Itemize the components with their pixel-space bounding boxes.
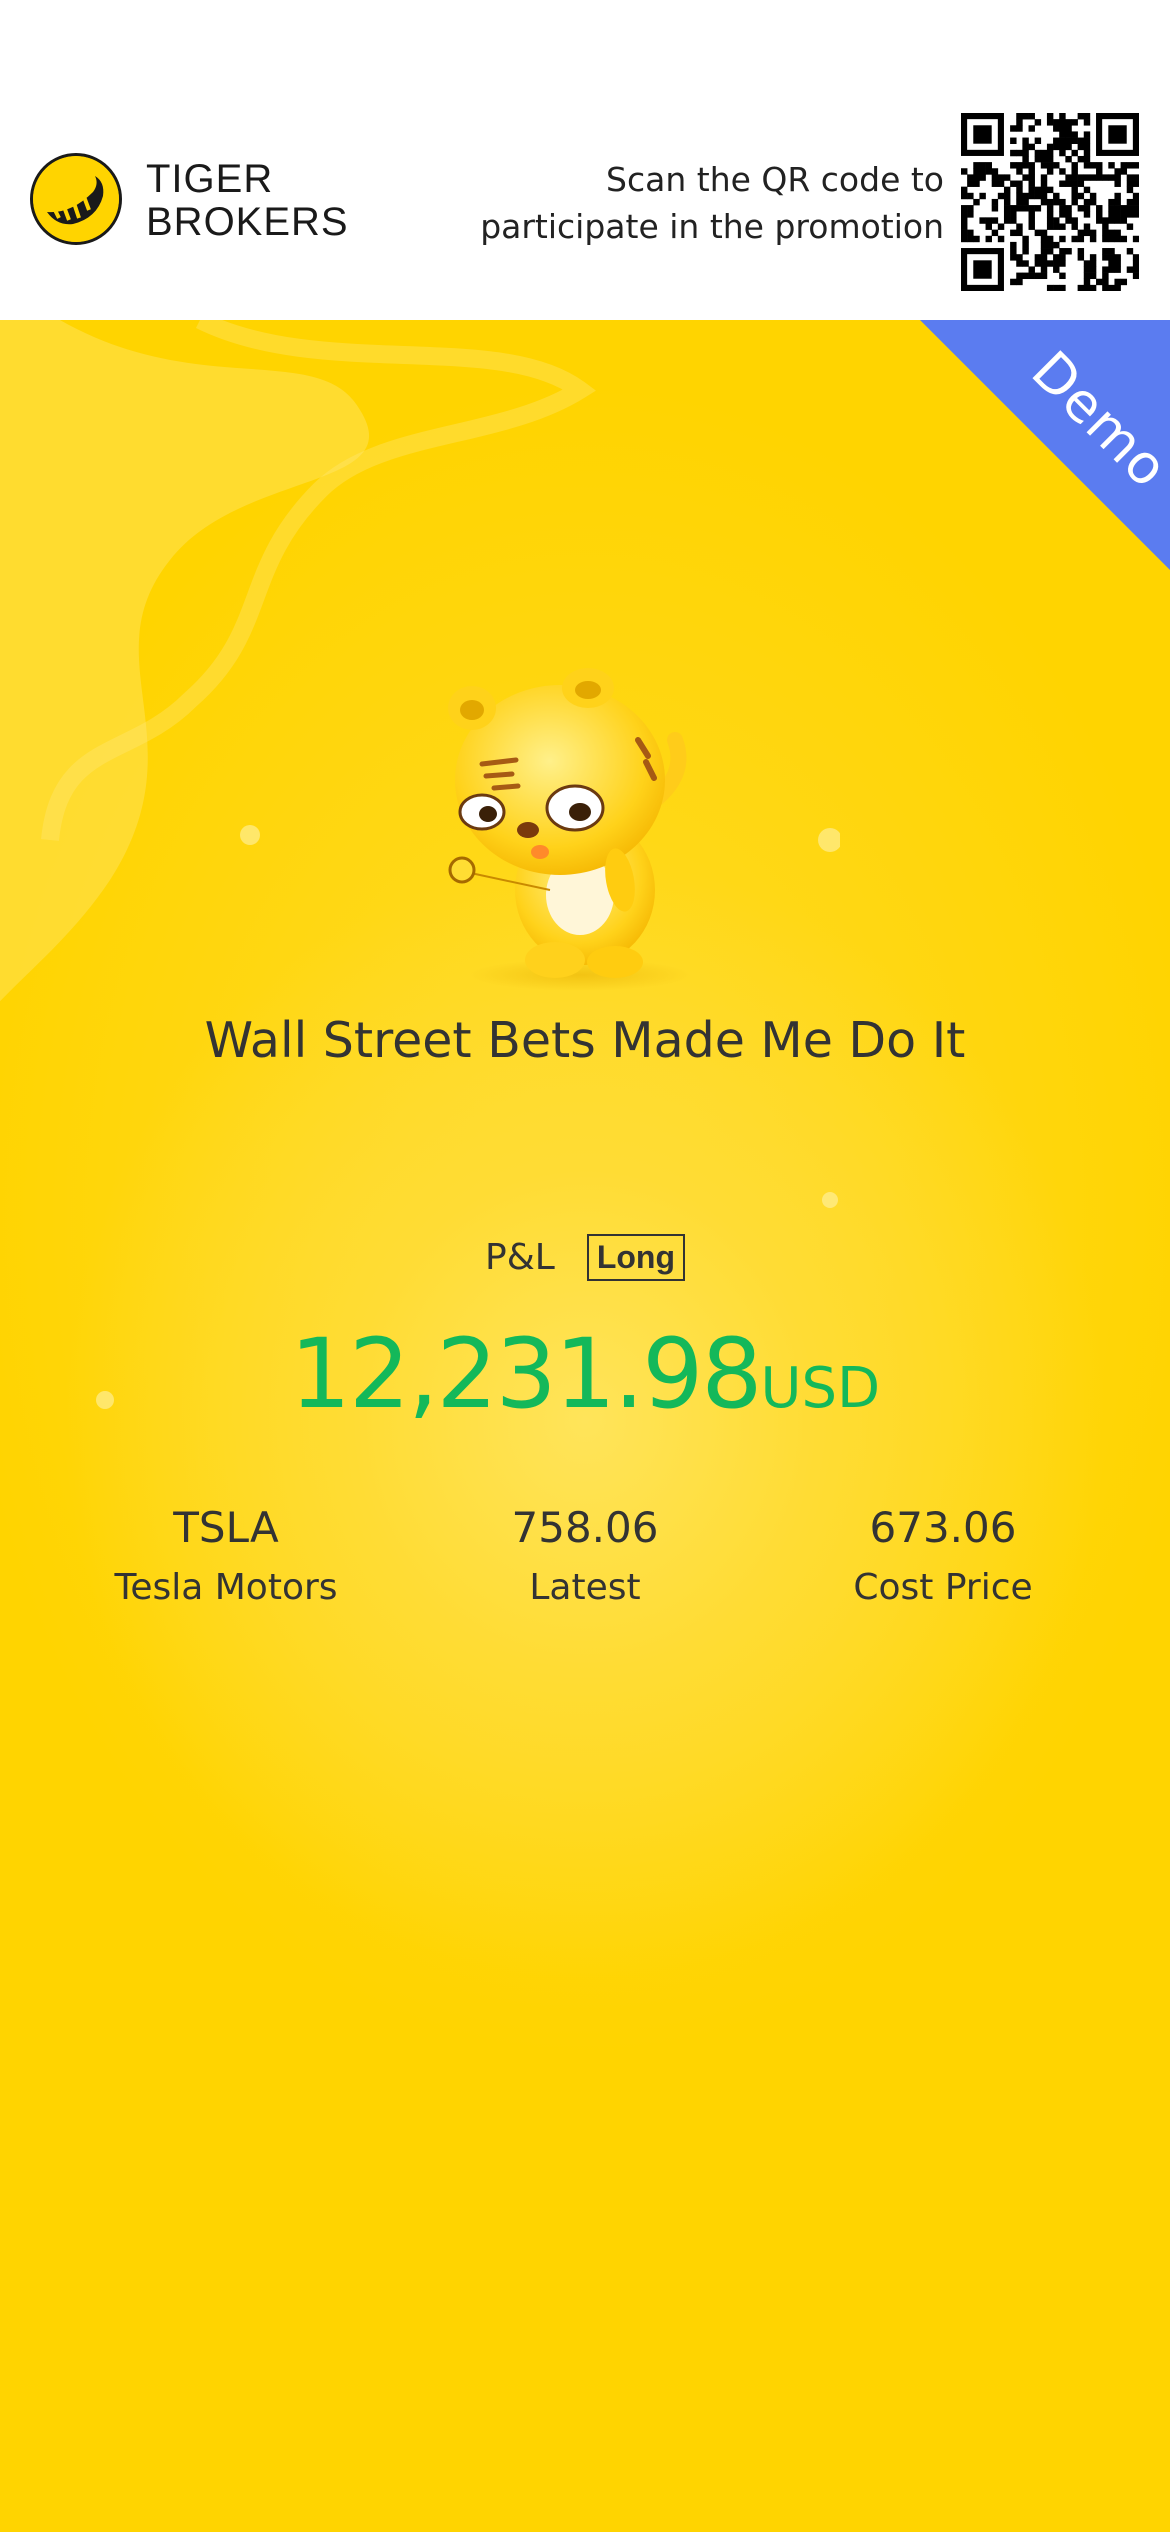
position-badge: Long	[586, 1234, 686, 1281]
promo-line-1: Scan the QR code to	[606, 160, 944, 199]
header: TIGER BROKERS Scan the QR code to partic…	[0, 0, 1170, 320]
promo-line-2: participate in the promotion	[480, 207, 944, 246]
demo-ribbon: Demo	[920, 320, 1170, 570]
stat-symbol: TSLA Tesla Motors	[46, 1498, 406, 1618]
brand-name: TIGER BROKERS	[146, 158, 349, 244]
stat-label: Latest	[529, 1567, 641, 1608]
share-headline: Wall Street Bets Made Me Do It	[204, 1012, 966, 1069]
pnl-currency: USD	[760, 1356, 881, 1421]
stat-value: 758.06	[511, 1503, 659, 1552]
stat-cost-price: 673.06 Cost Price	[763, 1498, 1123, 1618]
stat-latest: 758.06 Latest	[405, 1498, 765, 1618]
pnl-header: P&L Long	[0, 1234, 1170, 1281]
share-card: TIGER BROKERS Scan the QR code to partic…	[0, 0, 1170, 2532]
pnl-amount: 12,231.98	[289, 1318, 763, 1430]
stat-value: 673.06	[869, 1503, 1017, 1552]
brand-line-1: TIGER	[146, 157, 274, 201]
pnl-amount-row: 12,231.98USD	[0, 1318, 1170, 1430]
tiger-logo-icon	[30, 153, 122, 245]
stat-label: Tesla Motors	[114, 1567, 338, 1608]
qr-code[interactable]	[961, 113, 1140, 292]
tiger-mascot-icon	[400, 640, 730, 1000]
pnl-label: P&L	[484, 1237, 555, 1278]
stat-value: TSLA	[173, 1503, 279, 1552]
stat-label: Cost Price	[853, 1567, 1033, 1608]
promo-instructions: Scan the QR code to participate in the p…	[424, 156, 944, 250]
brand-line-2: BROKERS	[146, 200, 349, 244]
